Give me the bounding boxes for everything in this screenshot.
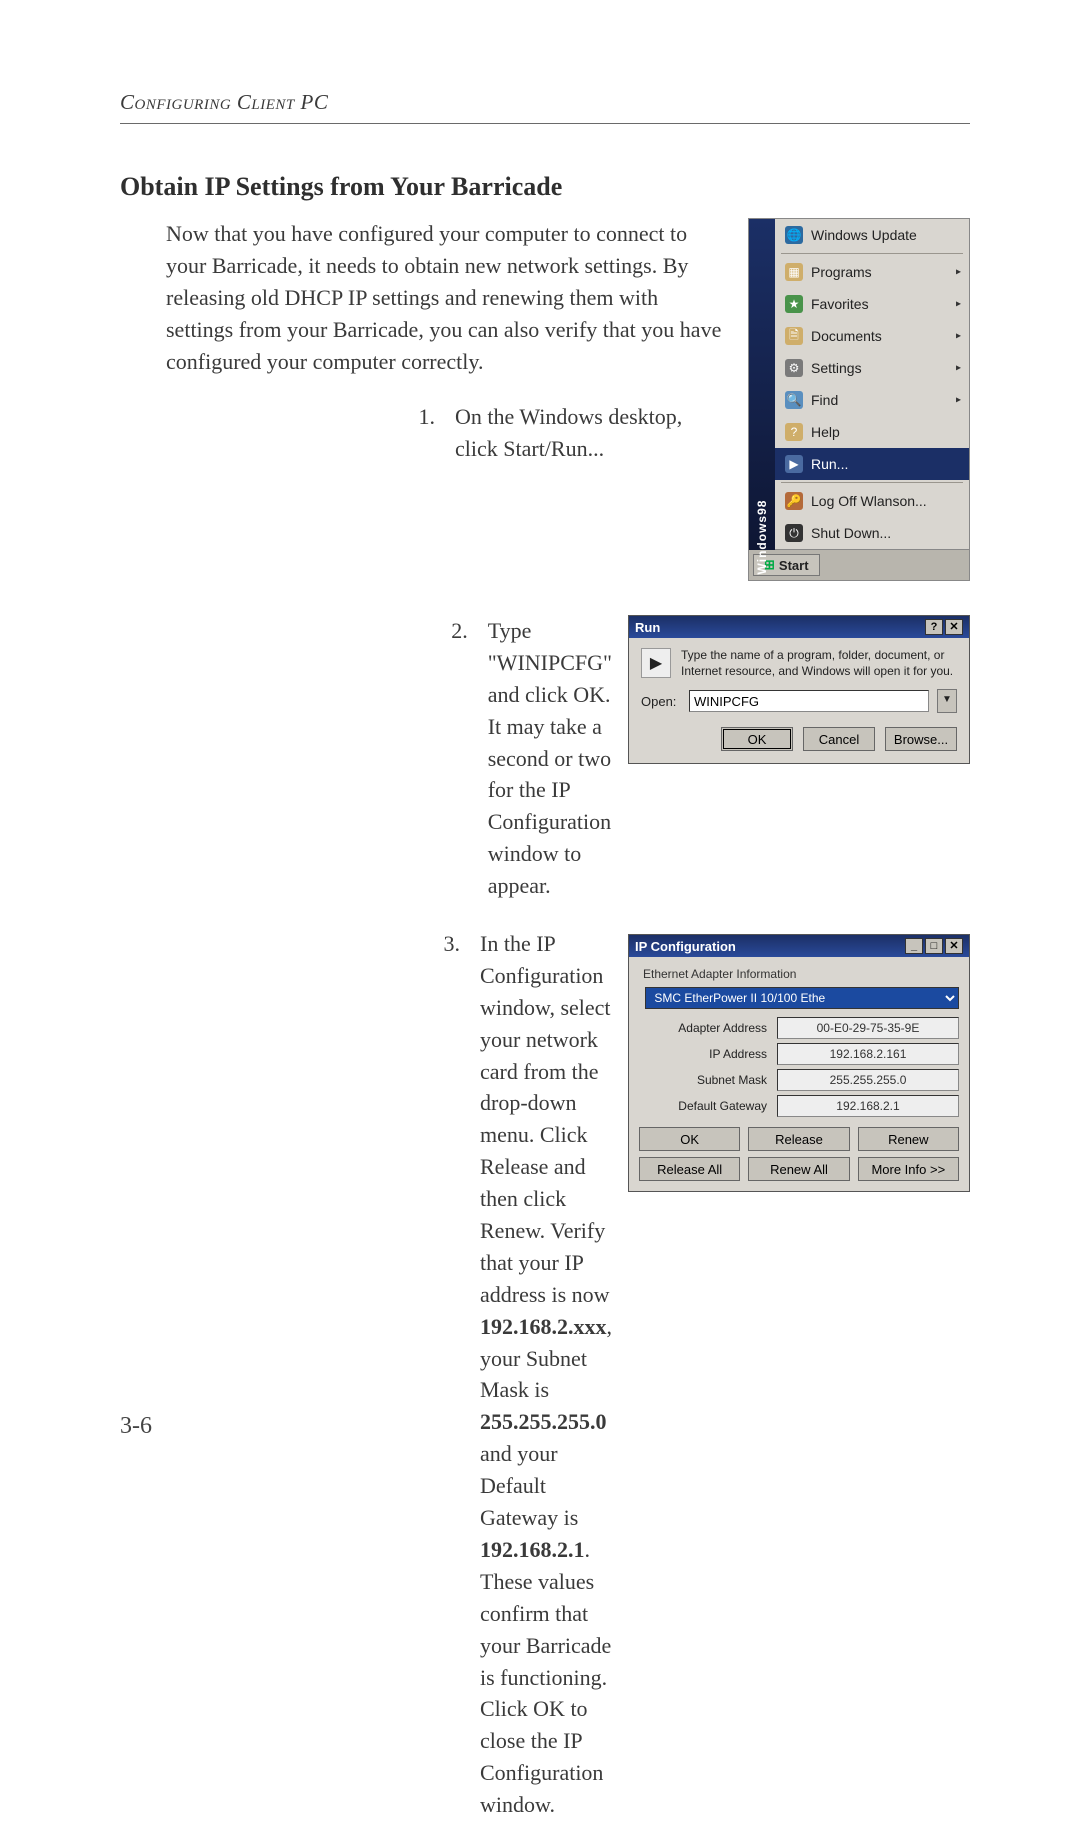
run-cancel-button[interactable]: Cancel	[803, 727, 875, 751]
ipcfg-row-adapter-address: Adapter Address 00-E0-29-75-35-9E	[639, 1017, 959, 1039]
start-menu-screenshot: Windows98 🌐 Windows Update ▦ Programs ▸ …	[748, 218, 970, 581]
step-3-text: In the IP Configuration window, select y…	[480, 928, 612, 1821]
ipcfg-renew-button[interactable]: Renew	[858, 1127, 959, 1151]
start-item-label: Find	[811, 392, 838, 408]
maximize-window-button[interactable]: □	[925, 938, 943, 954]
ipcfg-more-info-button[interactable]: More Info >>	[858, 1157, 959, 1181]
programs-icon: ▦	[785, 263, 803, 281]
start-item-label: Favorites	[811, 296, 869, 312]
ipcfg-row-ip-address: IP Address 192.168.2.161	[639, 1043, 959, 1065]
ipcfg-title: IP Configuration	[635, 939, 736, 954]
start-item-logoff[interactable]: 🔑 Log Off Wlanson...	[775, 485, 969, 517]
taskbar: Start	[749, 549, 969, 580]
start-button-label: Start	[779, 558, 809, 573]
ipcfg-row-label: Default Gateway	[639, 1099, 777, 1113]
ipcfg-ok-button[interactable]: OK	[639, 1127, 740, 1151]
ip-configuration-screenshot: IP Configuration _ □ ✕ Ethernet Adapter …	[628, 934, 970, 1192]
start-item-windows-update[interactable]: 🌐 Windows Update	[775, 219, 969, 251]
start-menu-items: 🌐 Windows Update ▦ Programs ▸ ★ Favorite…	[775, 219, 969, 549]
submenu-arrow-icon: ▸	[956, 267, 961, 278]
start-item-run[interactable]: ▶ Run...	[775, 448, 969, 480]
start-item-favorites[interactable]: ★ Favorites ▸	[775, 288, 969, 320]
start-item-label: Programs	[811, 264, 872, 280]
run-open-dropdown[interactable]: ▼	[937, 689, 957, 713]
close-window-button[interactable]: ✕	[945, 619, 963, 635]
step-number: 3.	[166, 928, 460, 1821]
ipcfg-row-subnet-mask: Subnet Mask 255.255.255.0	[639, 1069, 959, 1091]
step-1-text: On the Windows desktop, click Start/Run.…	[455, 401, 724, 465]
submenu-arrow-icon: ▸	[956, 395, 961, 406]
start-item-find[interactable]: 🔍 Find ▸	[775, 384, 969, 416]
run-dialog-description: Type the name of a program, folder, docu…	[681, 648, 957, 679]
documents-icon: 🗎	[785, 327, 803, 345]
step-number: 1.	[166, 401, 435, 465]
help-icon: ?	[785, 423, 803, 441]
ipcfg-row-label: Subnet Mask	[639, 1073, 777, 1087]
shutdown-icon: ⏻	[785, 524, 803, 542]
menu-separator	[781, 253, 963, 254]
run-dialog-icon: ▶	[641, 648, 671, 678]
step-2-text: Type "WINIPCFG" and click OK. It may tak…	[488, 615, 612, 902]
settings-icon: ⚙	[785, 359, 803, 377]
help-window-button[interactable]: ?	[925, 619, 943, 635]
run-open-input[interactable]	[689, 690, 929, 712]
ipcfg-row-default-gateway: Default Gateway 192.168.2.1	[639, 1095, 959, 1117]
run-dialog-title: Run	[635, 620, 660, 635]
run-icon: ▶	[785, 455, 803, 473]
page-number: 3-6	[120, 1413, 152, 1440]
step-number: 2.	[166, 615, 468, 902]
run-open-label: Open:	[641, 694, 681, 709]
horizontal-rule	[120, 123, 970, 124]
start-item-label: Shut Down...	[811, 525, 891, 541]
start-menu-sidebar: Windows98	[749, 219, 775, 550]
ipcfg-release-button[interactable]: Release	[748, 1127, 849, 1151]
menu-separator	[781, 482, 963, 483]
submenu-arrow-icon: ▸	[956, 363, 961, 374]
start-item-label: Run...	[811, 456, 848, 472]
ipcfg-row-value: 192.168.2.1	[777, 1095, 959, 1117]
ipcfg-titlebar: IP Configuration _ □ ✕	[629, 935, 969, 957]
start-item-label: Log Off Wlanson...	[811, 493, 927, 509]
ipcfg-row-label: IP Address	[639, 1047, 777, 1061]
ipcfg-adapter-select[interactable]: SMC EtherPower II 10/100 Ethe	[645, 987, 959, 1009]
close-window-button[interactable]: ✕	[945, 938, 963, 954]
run-dialog-screenshot: Run ? ✕ ▶ Type the name of a program, fo…	[628, 615, 970, 764]
ipcfg-row-value: 00-E0-29-75-35-9E	[777, 1017, 959, 1039]
run-ok-button[interactable]: OK	[721, 727, 793, 751]
ipcfg-group-label: Ethernet Adapter Information	[643, 967, 959, 981]
find-icon: 🔍	[785, 391, 803, 409]
start-menu-os-label: Windows98	[755, 500, 769, 575]
ipcfg-row-label: Adapter Address	[639, 1021, 777, 1035]
start-item-shutdown[interactable]: ⏻ Shut Down...	[775, 517, 969, 549]
start-item-settings[interactable]: ⚙ Settings ▸	[775, 352, 969, 384]
logoff-icon: 🔑	[785, 492, 803, 510]
running-head: Configuring Client PC	[120, 90, 970, 115]
run-dialog-titlebar: Run ? ✕	[629, 616, 969, 638]
page-heading: Obtain IP Settings from Your Barricade	[120, 172, 970, 202]
submenu-arrow-icon: ▸	[956, 331, 961, 342]
ipcfg-row-value: 255.255.255.0	[777, 1069, 959, 1091]
globe-icon: 🌐	[785, 226, 803, 244]
ipcfg-row-value: 192.168.2.161	[777, 1043, 959, 1065]
submenu-arrow-icon: ▸	[956, 299, 961, 310]
ipcfg-release-all-button[interactable]: Release All	[639, 1157, 740, 1181]
favorites-icon: ★	[785, 295, 803, 313]
start-item-label: Help	[811, 424, 840, 440]
start-item-help[interactable]: ? Help	[775, 416, 969, 448]
start-item-programs[interactable]: ▦ Programs ▸	[775, 256, 969, 288]
start-item-label: Windows Update	[811, 227, 917, 243]
start-item-documents[interactable]: 🗎 Documents ▸	[775, 320, 969, 352]
run-browse-button[interactable]: Browse...	[885, 727, 957, 751]
start-item-label: Documents	[811, 328, 882, 344]
minimize-window-button[interactable]: _	[905, 938, 923, 954]
intro-paragraph: Now that you have configured your comput…	[166, 218, 724, 377]
start-item-label: Settings	[811, 360, 862, 376]
ipcfg-renew-all-button[interactable]: Renew All	[748, 1157, 849, 1181]
